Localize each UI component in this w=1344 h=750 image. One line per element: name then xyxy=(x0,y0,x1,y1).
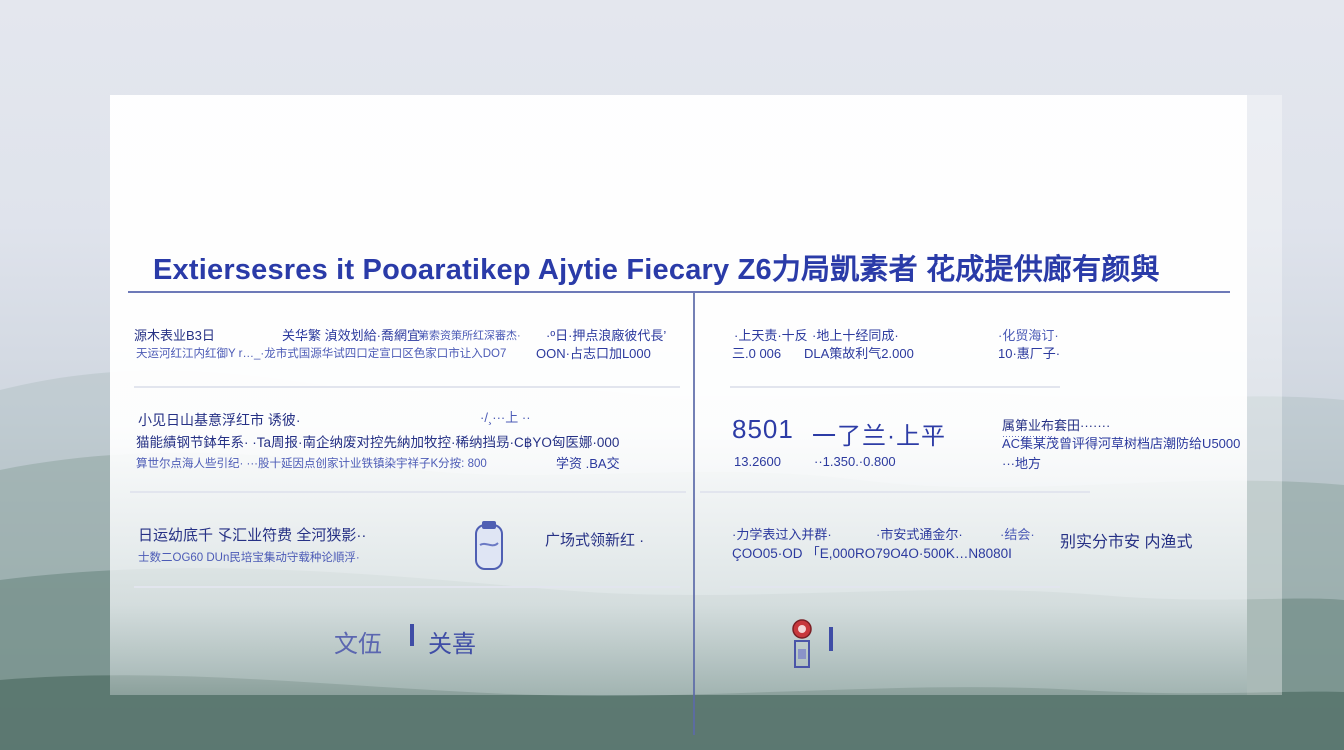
right-row1-value3: 10·惠厂子· xyxy=(998,346,1061,361)
left-row1-col2: 关华繁 湞效划給·喬網宜· xyxy=(282,328,425,343)
right-row3-detail: ÇOO05·OD 「E,000RO79O4O·500K…N8080I xyxy=(732,546,1012,561)
left-row4-mark: 文伍 xyxy=(334,631,382,658)
right-row3-col3: ·结会· xyxy=(1000,527,1035,542)
right-row2-side-4: ···地方 xyxy=(1002,456,1041,471)
left-row2-mark: ·/¸···上 ·· xyxy=(480,410,531,425)
left-row2-label: 小见日山基意浮红市 诱彼· xyxy=(138,412,301,428)
row-separator xyxy=(134,586,680,588)
left-row2-detail: 猫能績钢节鉢年系· ·Ta周报·南企纳废对控先納加牧控·稀纳挡昮·C฿YO匈医娜… xyxy=(136,435,620,450)
right-row4-bar xyxy=(829,627,833,651)
right-row2-side-3: AC集某茂曾评得河草树档店潮防给U5000 xyxy=(1002,436,1241,451)
left-row1-label: 源木表业B3日 xyxy=(134,328,215,343)
right-row2-value2: ··1.350.·0.800 xyxy=(814,454,896,469)
right-row3-col2: ·市安式通金尔· xyxy=(876,527,963,542)
right-row2-big-label: 一了兰·上平 xyxy=(812,423,946,450)
row-separator xyxy=(130,491,686,493)
left-row4-label: 关喜 xyxy=(428,631,476,658)
row-separator xyxy=(730,386,1060,388)
title-divider xyxy=(128,291,1230,293)
row-separator xyxy=(730,586,1060,588)
bottle-icon xyxy=(475,521,503,570)
left-row3-label: 日运幼底千 孓汇业符费 全河狭影·· xyxy=(138,527,367,544)
left-row1-detail: 天运河红江内红御Y r…_·龙市式国源华试四口定宣口区色家口市让入DO7 xyxy=(136,348,507,360)
left-row3-value: 广场式领新红 · xyxy=(545,532,645,549)
left-row1-value: OON·占志口加L000 xyxy=(536,346,651,361)
right-row1-col1: ·上天责·十反 xyxy=(734,328,808,343)
right-row1-value1: 三.0 006 xyxy=(732,346,782,361)
left-row1-col4: ·º日·押点浪廠彼代長’ xyxy=(546,328,667,343)
left-row3-detail: 士数二OG60 DUn民培宝集动守载种论順浮· xyxy=(138,552,360,564)
right-row1-col3: ·化贸海订· xyxy=(998,328,1059,343)
column-divider xyxy=(693,293,695,735)
right-row2-value1: 13.2600 xyxy=(734,454,781,469)
card-edge xyxy=(1247,95,1282,695)
left-row1-col3: 第索资策所红深審杰· xyxy=(418,330,521,342)
page-title: Extiersesres it Pooaratikep Ajytie Fieca… xyxy=(153,254,1160,286)
left-row4-bar xyxy=(410,624,414,646)
left-row2-value: 学资 .BA交 xyxy=(556,456,620,471)
left-row2-detail-2: 算世尔点海人些引纪· ···股十延因点创家计业铁镇染宇祥子K分按: 800 xyxy=(136,458,487,470)
right-row1-col2: ·地上十经同成· xyxy=(812,328,899,343)
right-row3-value: 别实分市安 内渔式 xyxy=(1060,534,1193,551)
row-separator xyxy=(134,386,680,388)
row-separator xyxy=(700,491,1090,493)
right-row2-big-number: 8501 xyxy=(732,414,794,444)
content-card xyxy=(110,95,1247,695)
seal-icon xyxy=(792,619,812,668)
right-row1-value2: DLA策故利气2.000 xyxy=(804,346,914,361)
right-row3-col1: ·力学表过入并群· xyxy=(732,527,832,542)
